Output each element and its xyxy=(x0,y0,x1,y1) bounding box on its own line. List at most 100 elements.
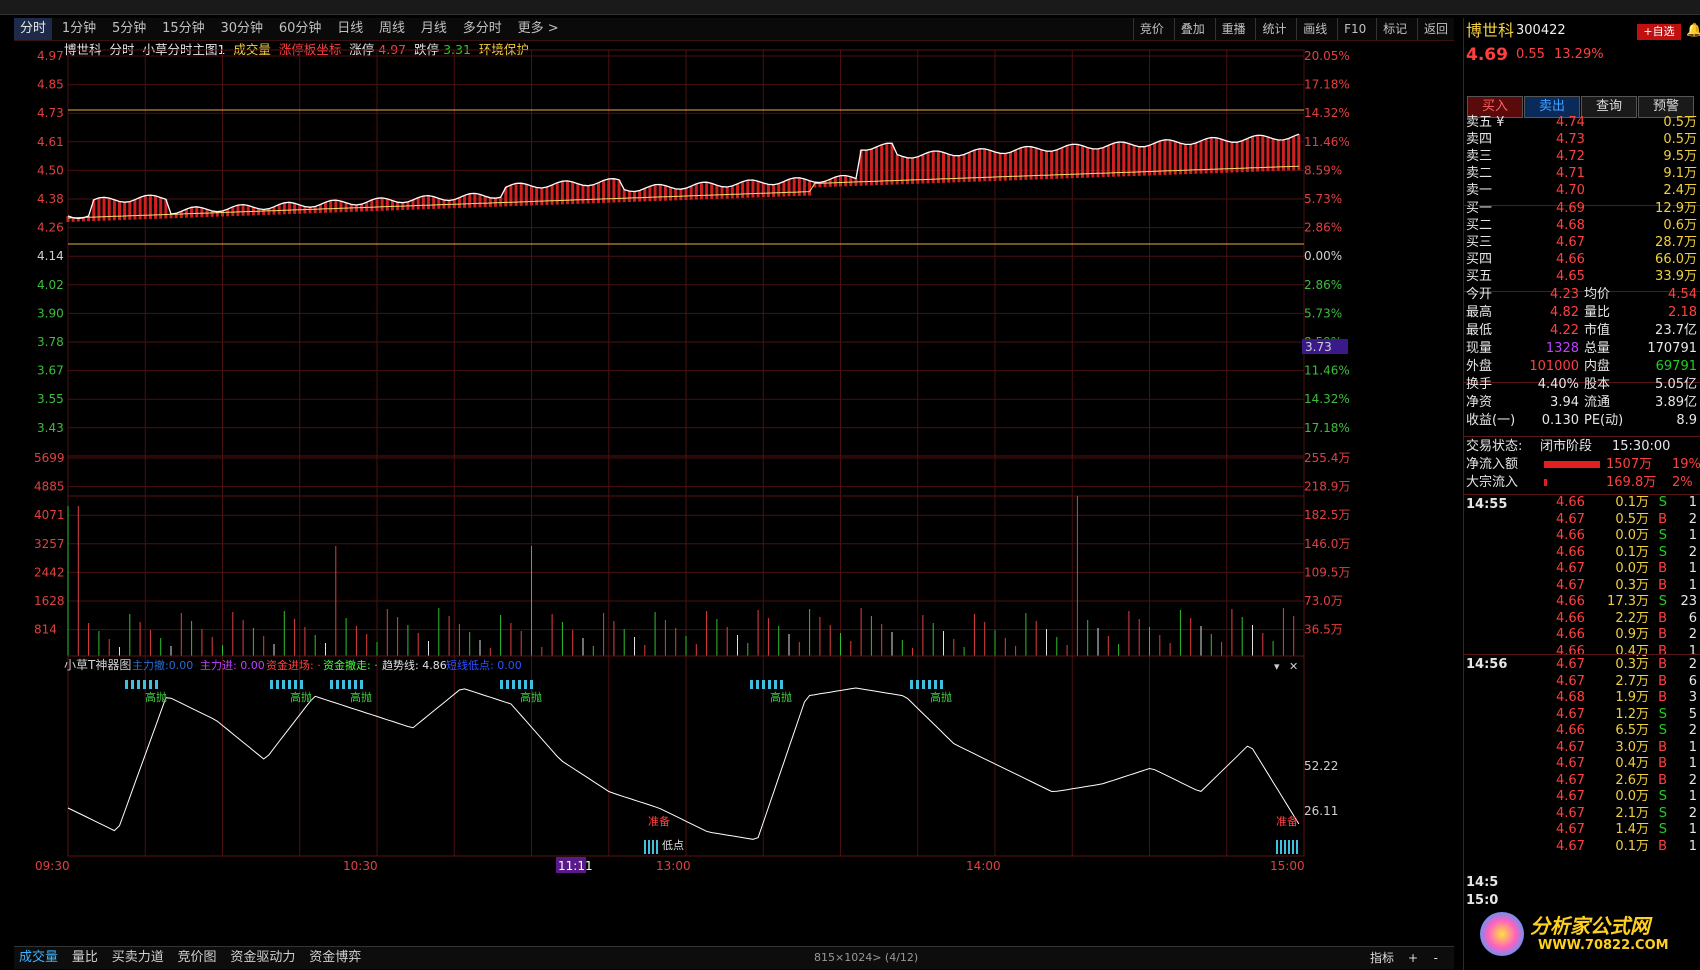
stat-key-2: 总量 xyxy=(1584,341,1611,356)
tab-5min[interactable]: 5分钟 xyxy=(106,18,152,40)
panel-row[interactable]: 卖二 4.71 9.1万 xyxy=(1464,165,1700,183)
panel-row[interactable]: 最低 4.22 市值 23.7亿 xyxy=(1464,322,1700,340)
tab-30min[interactable]: 30分钟 xyxy=(214,18,269,40)
tool-auction[interactable]: 竞价 xyxy=(1132,18,1170,40)
period-tabbar: 分时 1分钟 5分钟 15分钟 30分钟 60分钟 日线 周线 月线 多分时 更… xyxy=(14,18,1454,41)
tab-1min[interactable]: 1分钟 xyxy=(56,18,102,40)
btab-fund-game[interactable]: 资金博弈 xyxy=(304,947,366,969)
tick-price: 4.66 xyxy=(1556,723,1585,738)
panel-row[interactable]: 4.67 3.0万 B 1 xyxy=(1464,739,1700,757)
signal-high-mark xyxy=(131,680,134,689)
panel-row[interactable]: 买五 4.65 33.9万 xyxy=(1464,268,1700,286)
panel-row[interactable]: 4.67 2.6万 B 2 xyxy=(1464,772,1700,790)
bid-label: 买三 xyxy=(1466,235,1493,250)
intraday-chart[interactable]: 4.97 20.05% 4.85 17.18% 4.73 14.32% 4.61 11.46%… xyxy=(0,40,1460,946)
btab-auction[interactable]: 竞价图 xyxy=(173,947,222,969)
btab-volratio[interactable]: 量比 xyxy=(67,947,103,969)
panel-row[interactable]: 换手 4.40% 股本 5.05亿 xyxy=(1464,376,1700,394)
tick-price: 4.66 xyxy=(1556,627,1585,642)
price-axis-label: 3.43 xyxy=(37,421,64,435)
tab-more[interactable]: 更多 > xyxy=(512,18,565,40)
panel-row[interactable]: 外盘 101000 内盘 69791 xyxy=(1464,358,1700,376)
signal-high-mark xyxy=(500,680,503,689)
tab-60min[interactable]: 60分钟 xyxy=(273,18,328,40)
tick-side: B xyxy=(1658,690,1667,705)
panel-row[interactable]: 4.68 1.9万 B 3 xyxy=(1464,689,1700,707)
panel-row[interactable]: 买二 4.68 0.6万 xyxy=(1464,217,1700,235)
panel-row[interactable]: 4.67 2.7万 B 6 xyxy=(1464,673,1700,691)
panel-row[interactable]: 4.67 0.5万 B 2 xyxy=(1464,511,1700,529)
stat-value: 101000 xyxy=(1529,359,1579,374)
indicator-collapse-icon[interactable]: ▾ xyxy=(1274,660,1280,673)
site-logo: 分析家公式网 WWW.70822.COM xyxy=(1480,908,1700,968)
tick-volume: 0.3万 xyxy=(1615,577,1649,593)
btab-volume[interactable]: 成交量 xyxy=(14,947,63,969)
panel-row[interactable]: 4.67 0.0万 B 1 xyxy=(1464,560,1700,578)
bid-label: 买五 xyxy=(1466,269,1493,284)
panel-row[interactable]: 4.66 17.3万 S 23 xyxy=(1464,593,1700,611)
tick-volume: 0.0万 xyxy=(1615,528,1649,543)
panel-row[interactable]: 4.66 0.1万 S 1 xyxy=(1464,494,1700,512)
tool-stats[interactable]: 统计 xyxy=(1255,18,1292,40)
panel-row[interactable]: 4.67 0.1万 B 1 xyxy=(1464,838,1700,856)
panel-row[interactable]: 4.67 0.3万 B 1 xyxy=(1464,577,1700,595)
status-time: 15:30:00 xyxy=(1612,439,1671,454)
signal-high-mark xyxy=(934,680,937,689)
panel-row[interactable]: 4.67 0.4万 B 1 xyxy=(1464,755,1700,773)
btab-fund-drive[interactable]: 资金驱动力 xyxy=(225,947,300,969)
tick-side: B xyxy=(1658,577,1667,593)
pct-axis-label: 2.86% xyxy=(1304,278,1342,292)
indicator-close-icon[interactable]: ✕ xyxy=(1289,660,1298,673)
panel-row[interactable]: 4.66 0.1万 S 2 xyxy=(1464,544,1700,562)
indicator-title[interactable]: 小草T神器图 xyxy=(64,658,131,672)
panel-row[interactable]: 卖五 ¥ 4.74 0.5万 xyxy=(1464,114,1700,132)
panel-row[interactable]: 卖三 4.72 9.5万 xyxy=(1464,148,1700,166)
tick-count: 2 xyxy=(1688,657,1697,672)
panel-row[interactable]: 卖一 4.70 2.4万 xyxy=(1464,182,1700,200)
panel-row[interactable]: 卖四 4.73 0.5万 xyxy=(1464,131,1700,149)
panel-row[interactable]: 4.67 2.1万 S 2 xyxy=(1464,805,1700,823)
panel-row[interactable]: 收益(一) 0.130 PE(动) 8.9 xyxy=(1464,412,1700,430)
btab-force[interactable]: 买卖力道 xyxy=(107,947,169,969)
tab-multi[interactable]: 多分时 xyxy=(457,18,508,40)
panel-row[interactable]: 4.67 0.3万 B 2 xyxy=(1464,656,1700,674)
tab-fenshi[interactable]: 分时 xyxy=(14,18,53,40)
tool-back[interactable]: 返回 xyxy=(1416,18,1454,40)
panel-row[interactable]: 买一 4.69 12.9万 xyxy=(1464,200,1700,218)
bell-icon[interactable]: 🔔 xyxy=(1686,22,1700,40)
indicator-button[interactable]: 指标 xyxy=(1370,947,1394,969)
tool-replay[interactable]: 重播 xyxy=(1214,18,1252,40)
price-axis-label: 4.97 xyxy=(37,49,64,63)
panel-row[interactable]: 4.67 1.2万 S 5 xyxy=(1464,706,1700,724)
ask-label: 卖一 xyxy=(1466,183,1493,198)
panel-row[interactable]: 今开 4.23 均价 4.54 xyxy=(1464,286,1700,304)
tick-side: B xyxy=(1658,511,1667,527)
zoom-out-button[interactable]: - xyxy=(1434,947,1438,969)
panel-row[interactable]: 买三 4.67 28.7万 xyxy=(1464,234,1700,252)
tick-price: 4.67 xyxy=(1556,822,1585,837)
tab-weekly[interactable]: 周线 xyxy=(373,18,411,40)
tool-overlay[interactable]: 叠加 xyxy=(1173,18,1211,40)
tool-mark[interactable]: 标记 xyxy=(1376,18,1413,40)
panel-row[interactable]: 现量 1328 总量 170791 xyxy=(1464,340,1700,358)
panel-row[interactable]: 净资 3.94 流通 3.89亿 xyxy=(1464,394,1700,412)
signal-low-mark-end xyxy=(1280,840,1282,854)
panel-row[interactable]: 最高 4.82 量比 2.18 xyxy=(1464,304,1700,322)
tab-monthly[interactable]: 月线 xyxy=(415,18,453,40)
signal-high-mark xyxy=(928,680,931,689)
tab-15min[interactable]: 15分钟 xyxy=(156,18,211,40)
add-favorite-button[interactable]: +自选 xyxy=(1637,24,1681,40)
tool-f10[interactable]: F10 xyxy=(1337,18,1372,40)
panel-row[interactable]: 4.66 2.2万 B 6 xyxy=(1464,610,1700,628)
zoom-in-button[interactable]: + xyxy=(1408,947,1418,969)
panel-row[interactable]: 4.67 1.4万 S 1 xyxy=(1464,821,1700,839)
tool-draw[interactable]: 画线 xyxy=(1296,18,1333,40)
tab-daily[interactable]: 日线 xyxy=(331,18,369,40)
panel-row[interactable]: 4.66 0.9万 B 2 xyxy=(1464,626,1700,644)
panel-row[interactable]: 4.66 6.5万 S 2 xyxy=(1464,722,1700,740)
panel-row[interactable]: 买四 4.66 66.0万 xyxy=(1464,251,1700,269)
panel-row[interactable]: 4.67 0.0万 S 1 xyxy=(1464,788,1700,806)
stat-key-2: 股本 xyxy=(1584,377,1611,392)
panel-row[interactable]: 4.66 0.0万 S 1 xyxy=(1464,527,1700,545)
stat-key: 最低 xyxy=(1466,323,1493,338)
